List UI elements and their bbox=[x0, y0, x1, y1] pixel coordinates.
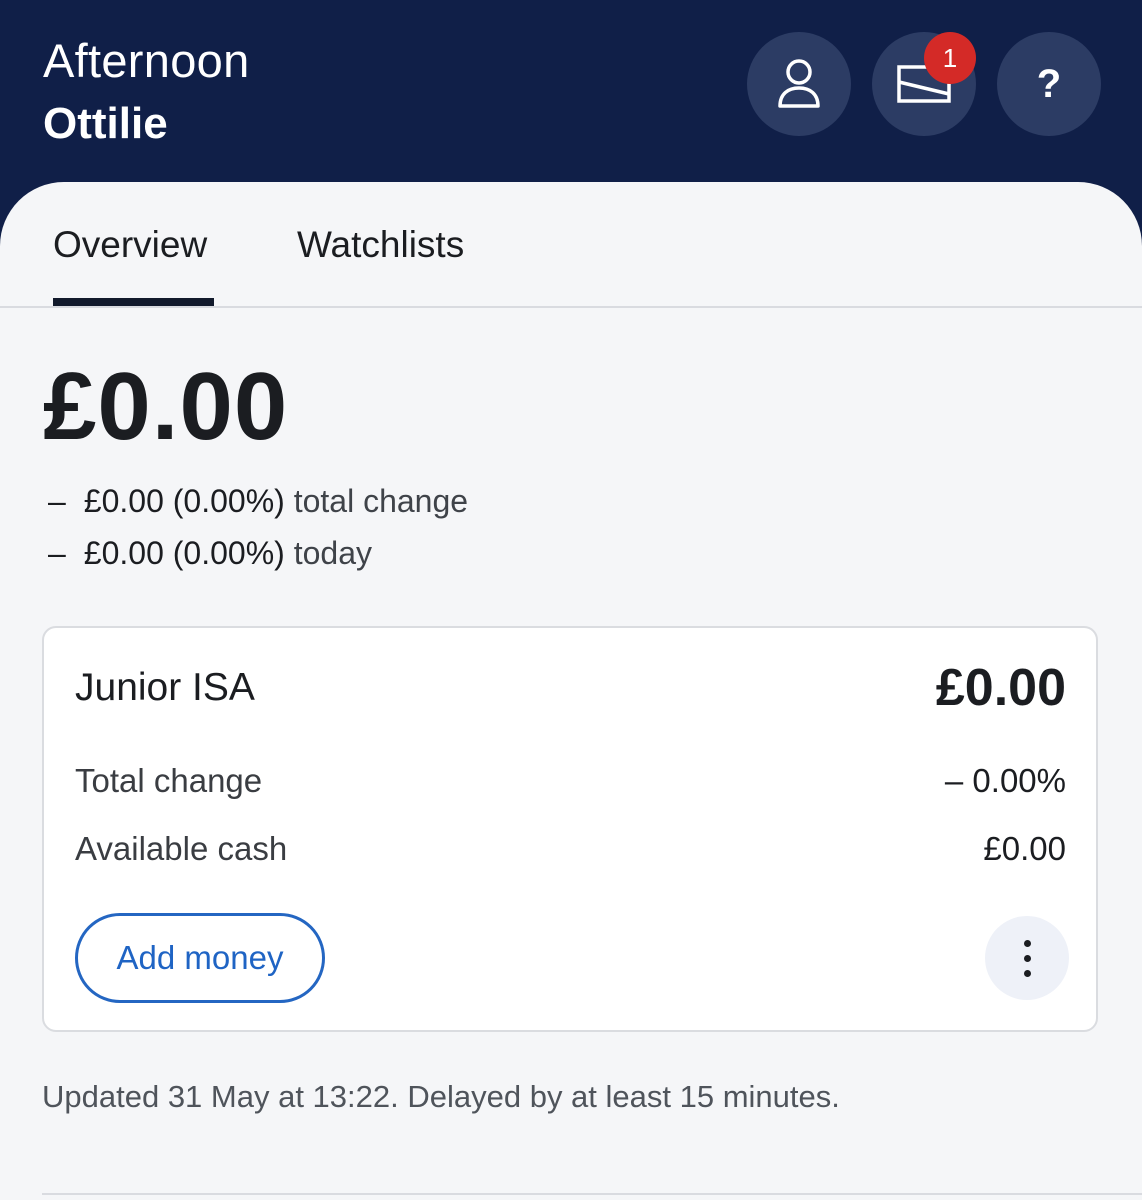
tab-watchlists[interactable]: Watchlists bbox=[297, 222, 464, 268]
more-options-button[interactable] bbox=[985, 916, 1069, 1000]
more-vertical-icon bbox=[1023, 969, 1031, 977]
add-money-button[interactable]: Add money bbox=[75, 913, 325, 1003]
tab-divider bbox=[0, 306, 1142, 308]
today-change-amount: £0.00 (0.00%) bbox=[83, 535, 285, 571]
total-change-row-value: – 0.00% bbox=[944, 762, 1066, 799]
account-value: £0.00 bbox=[935, 659, 1066, 717]
tab-overview[interactable]: Overview bbox=[53, 222, 207, 268]
account-title: Junior ISA bbox=[75, 666, 255, 709]
available-cash-row-label: Available cash bbox=[75, 830, 288, 867]
total-change-line: – £0.00 (0.00%) total change bbox=[48, 481, 468, 521]
greeting-text: Afternoon bbox=[43, 34, 250, 87]
help-button[interactable]: ? bbox=[997, 32, 1101, 136]
updated-note: Updated 31 May at 13:22. Delayed by at l… bbox=[42, 1079, 840, 1114]
more-vertical-icon bbox=[1023, 939, 1031, 947]
total-change-amount: £0.00 (0.00%) bbox=[83, 483, 285, 519]
total-change-label: total change bbox=[293, 483, 469, 519]
total-change-row-label: Total change bbox=[75, 762, 263, 799]
change-dash: – bbox=[48, 535, 66, 571]
more-vertical-icon bbox=[1023, 954, 1031, 962]
change-dash: – bbox=[48, 483, 66, 519]
today-change-label: today bbox=[293, 535, 372, 571]
available-cash-row-value: £0.00 bbox=[983, 830, 1066, 867]
section-divider bbox=[42, 1193, 1142, 1195]
profile-button[interactable] bbox=[747, 32, 851, 136]
active-tab-indicator bbox=[53, 298, 214, 306]
user-name: Ottilie bbox=[43, 99, 168, 148]
today-change-line: – £0.00 (0.00%) today bbox=[48, 533, 372, 573]
person-icon bbox=[778, 59, 820, 108]
help-icon: ? bbox=[1036, 62, 1062, 106]
inbox-badge: 1 bbox=[924, 32, 976, 84]
portfolio-total-value: £0.00 bbox=[43, 353, 289, 460]
